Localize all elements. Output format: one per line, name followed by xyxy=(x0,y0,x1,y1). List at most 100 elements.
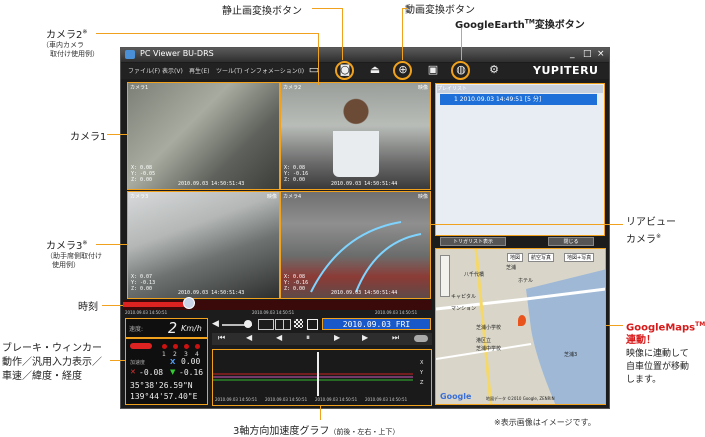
camera-xyz: X: 0.08 Y: -0.16 Z: 0.00 xyxy=(284,165,309,183)
seek-timestamp-mid: 2010.09.03 14:50:51 xyxy=(252,310,295,315)
menu-info[interactable]: インフォメーション(I) xyxy=(244,66,304,75)
callout-camera3: カメラ3※ xyxy=(46,239,88,252)
menu-play[interactable]: 再生(E) xyxy=(189,66,209,75)
camera-timestamp: 2010.09.03 14:50:51:44 xyxy=(331,290,398,296)
camera-xyz: X: 0.08 Y: -0.05 Z: 0.00 xyxy=(131,165,156,183)
acceleration-graph[interactable]: 2010.09.03 14:50:51 2010.09.03 14:50:51 … xyxy=(212,349,432,406)
step-back-button[interactable]: ◀ xyxy=(246,333,252,342)
camera-panel-3[interactable]: カメラ3 映像 X: 0.07 Y: -0.13 Z: 0.00 2010.09.0… xyxy=(127,191,280,299)
input-number: 1 xyxy=(162,351,166,358)
map-label: キャピタル xyxy=(451,294,477,300)
fullscreen-icon[interactable] xyxy=(307,319,318,330)
camera-panel-2[interactable]: カメラ2 映像 X: 0.08 Y: -0.16 Z: 0.00 2010.09.0… xyxy=(280,82,431,190)
speed-unit: Km/h xyxy=(181,324,202,333)
rewind-button[interactable]: ◀ xyxy=(276,333,282,342)
playlist-panel xyxy=(435,83,605,236)
leader-line xyxy=(342,8,343,60)
accel-z-value: -0.16 xyxy=(179,368,204,377)
brand-logo: YUPITERU xyxy=(533,64,599,77)
seek-timestamp-left: 2010.09.03 14:50:51 xyxy=(125,310,168,315)
map-label: 芝浦中学校 xyxy=(476,346,502,352)
input-led xyxy=(173,344,178,349)
callout-googleearth-button: GoogleEarthTM変換ボタン xyxy=(455,18,585,31)
camera-icon[interactable]: ◙ xyxy=(337,63,353,77)
seek-fill xyxy=(123,302,188,307)
map-label: 港区立 xyxy=(476,338,492,344)
map-label: 芝浦 xyxy=(506,265,517,271)
close-button[interactable]: × xyxy=(597,49,605,60)
camera-timestamp: 2010.09.03 14:50:51:43 xyxy=(178,181,245,187)
map-label: 八千代橋 xyxy=(464,272,485,278)
maximize-button[interactable]: □ xyxy=(583,49,592,60)
callout-accel-graph: 3軸方向加速度グラフ（前後・左右・上下） xyxy=(233,426,400,437)
seek-handle[interactable] xyxy=(182,297,195,309)
google-map[interactable]: 地図 航空写真 地図+写真 芝浦 ホテル キャピタル 八千代橋 芝浦小学校 マン… xyxy=(435,248,606,405)
camera-xyz: X: 0.08 Y: -0.16 Z: 0.00 xyxy=(284,274,309,292)
menu-tools[interactable]: ツール(T) xyxy=(216,66,242,75)
leader-line xyxy=(318,33,319,85)
minimize-button[interactable]: _ xyxy=(570,49,575,60)
leader-line xyxy=(107,134,127,135)
callout-googlemaps: GoogleMapsTM 連動！ xyxy=(626,321,705,347)
map-tab-hybrid[interactable]: 地図+写真 xyxy=(564,253,595,262)
callout-video-button: 動画変換ボタン xyxy=(405,5,475,16)
map-tab-map[interactable]: 地図 xyxy=(507,253,524,262)
leader-line xyxy=(461,28,462,60)
save-icon[interactable]: ▣ xyxy=(425,63,441,77)
eject-icon[interactable]: ⏏ xyxy=(367,63,383,77)
input-led xyxy=(184,344,189,349)
repeat-button[interactable] xyxy=(414,335,428,342)
latitude: 35°38'26.59"N xyxy=(130,381,193,390)
camera-tag: 映像 xyxy=(417,85,428,91)
callout-still-button: 静止画変換ボタン xyxy=(222,6,302,17)
leader-line xyxy=(110,360,125,361)
accel-y-arrow-icon: ✕ xyxy=(130,368,136,376)
layout-single-button[interactable] xyxy=(258,319,274,330)
vehicle-info-panel: 1 2 3 4 加速度 X 0.00 ✕ -0.08 ▼ -0.16 35°38… xyxy=(125,338,208,405)
camera-label: カメラ1 xyxy=(130,85,149,91)
input-number: 2 xyxy=(173,351,177,358)
map-zoom-control[interactable] xyxy=(440,255,450,297)
close-playlist-button[interactable]: 閉じる xyxy=(548,237,594,246)
menu-view[interactable]: 表示(V) xyxy=(162,66,183,75)
volume-icon[interactable]: ◀ xyxy=(212,319,219,329)
speed-display: 速度: 2 Km/h xyxy=(125,318,208,338)
accel-x-label: X xyxy=(170,358,176,366)
camera-timestamp: 2010.09.03 14:50:51:43 xyxy=(178,290,245,296)
layout-quad-button[interactable] xyxy=(275,319,291,330)
playlist-item[interactable]: 1 2010.09.03 14:49:51 [5 分] xyxy=(440,94,597,105)
map-label: ホテル xyxy=(518,278,534,284)
globe-icon[interactable]: ◍ xyxy=(453,63,469,77)
camera-panel-4[interactable]: カメラ4 映像 X: 0.08 Y: -0.16 Z: 0.00 2010.09.0… xyxy=(280,191,431,299)
graph-axis-label: X xyxy=(420,360,424,366)
graph-tick: 2010.09.03 14:50:51 xyxy=(265,397,308,402)
volume-knob[interactable] xyxy=(244,320,252,328)
folder-icon[interactable]: ▭ xyxy=(306,63,322,77)
callout-rear-camera: リアビュー カメラ※ xyxy=(626,217,676,246)
playlist-header: プレイリスト xyxy=(437,85,603,93)
leader-line xyxy=(312,8,343,9)
callout-brake: ブレーキ・ウィンカー 動作／汎用入力表示／ 車速／緯度・経度 xyxy=(2,343,102,382)
camera-tag: 映像 xyxy=(266,194,277,200)
driver-figure xyxy=(333,97,379,177)
menu-file[interactable]: ファイル(F) xyxy=(128,66,160,75)
pause-button[interactable]: ⏸ xyxy=(306,333,310,343)
callout-googlemaps-desc: 映像に連動して 自車位置が移動 します。 xyxy=(626,349,690,385)
map-tab-satellite[interactable]: 航空写真 xyxy=(528,253,555,262)
trigger-list-button[interactable]: トリガリスト表示 xyxy=(440,237,506,246)
play-button[interactable]: ▶ xyxy=(334,333,340,342)
map-copyright: 地図データ ©2010 Google, ZENRIN xyxy=(486,396,555,401)
gear-icon[interactable]: ⚙ xyxy=(486,63,502,77)
speed-label: 速度: xyxy=(129,326,144,333)
skip-start-button[interactable]: ⏮ xyxy=(218,333,225,343)
skip-end-button[interactable]: ⏭ xyxy=(392,333,399,343)
camera-panel-1[interactable]: カメラ1 X: 0.08 Y: -0.05 Z: 0.00 2010.09.03 1… xyxy=(127,82,280,190)
step-forward-button[interactable]: ▶ xyxy=(362,333,368,342)
video-convert-icon[interactable]: ⊕ xyxy=(395,63,411,77)
leader-line xyxy=(96,33,318,34)
map-pin-icon xyxy=(518,315,526,326)
grid-toggle-icon[interactable] xyxy=(294,319,303,328)
map-label: マンション xyxy=(451,306,477,312)
graph-tick: 2010.09.03 14:50:51 xyxy=(365,397,408,402)
leader-line xyxy=(402,8,403,60)
